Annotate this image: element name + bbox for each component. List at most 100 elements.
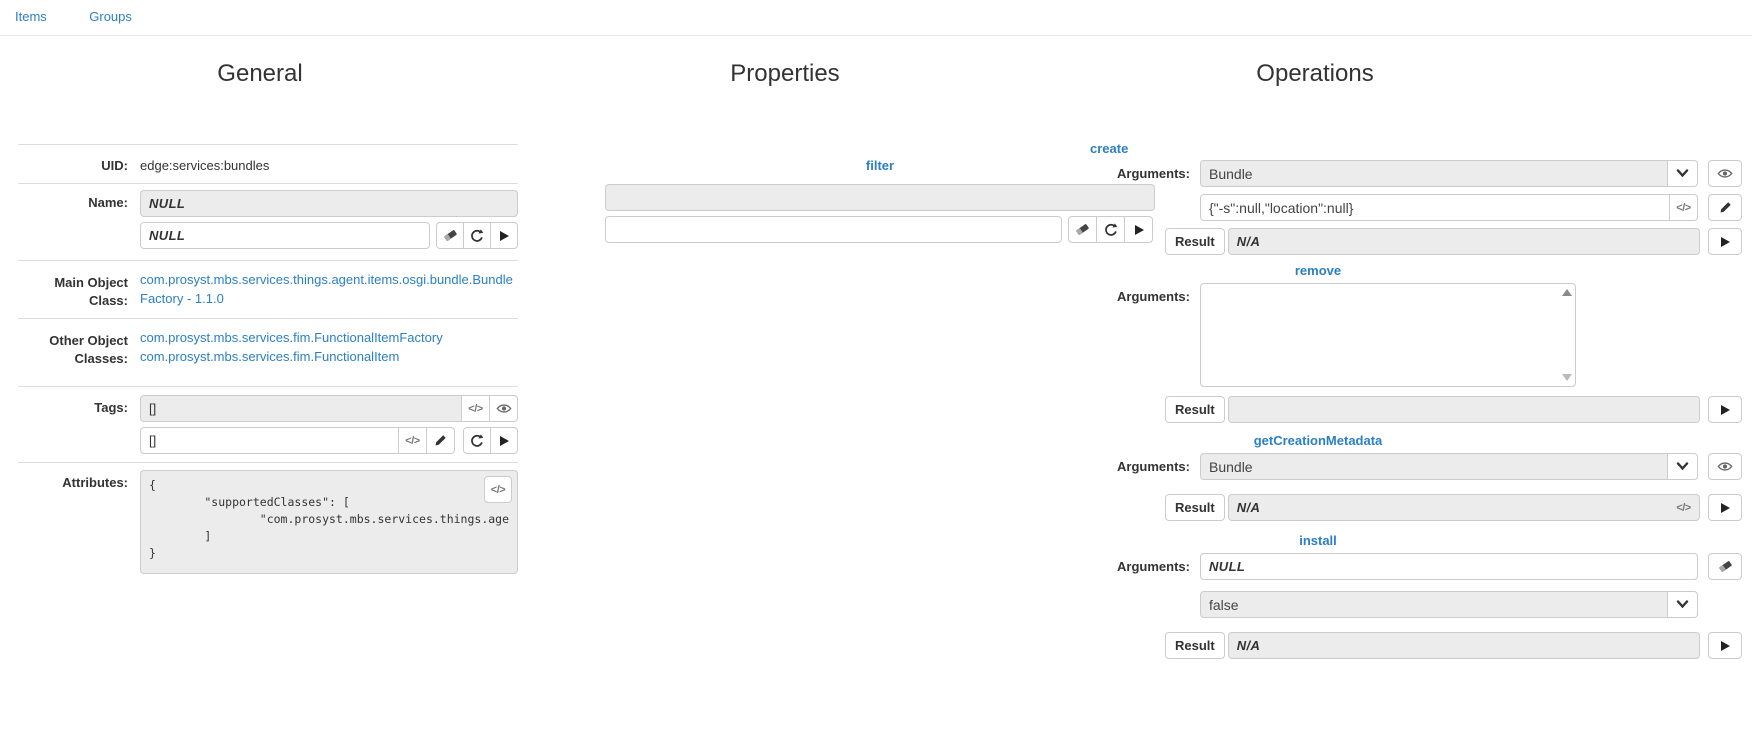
other-object-class-link[interactable]: com.prosyst.mbs.services.fim.FunctionalI…: [140, 347, 518, 366]
install-args-input[interactable]: NULL: [1200, 553, 1698, 580]
uid-row: UID: edge:services:bundles: [18, 144, 518, 183]
tab-groups[interactable]: Groups: [89, 9, 132, 24]
create-arguments-row: Arguments: Bundle: [1090, 160, 1742, 187]
other-object-class-link[interactable]: com.prosyst.mbs.services.fim.FunctionalI…: [140, 328, 518, 347]
tags-edit-code-button[interactable]: </>: [399, 427, 427, 454]
main-object-class-row: Main Object Class: com.prosyst.mbs.servi…: [18, 260, 518, 318]
attributes-code-button[interactable]: </>: [484, 476, 512, 503]
eye-icon: [495, 403, 512, 414]
tags-view-button[interactable]: [490, 395, 518, 422]
operations-section-title: Operations: [1256, 60, 1374, 87]
eye-icon: [1717, 461, 1733, 472]
remove-arguments-row: Arguments:: [1090, 283, 1742, 387]
tags-refresh-button[interactable]: [463, 427, 491, 454]
arguments-label: Arguments:: [1117, 289, 1190, 304]
general-panel: UID: edge:services:bundles Name: NULL NU…: [18, 144, 518, 582]
tab-items[interactable]: Items: [15, 9, 47, 24]
properties-filter-edit-row: [605, 216, 1155, 243]
install-flag-row: false: [1090, 591, 1742, 618]
create-result-row: Result N/A: [1165, 228, 1742, 255]
tags-edit-button[interactable]: [427, 427, 455, 454]
result-label: Result: [1165, 494, 1225, 521]
refresh-icon: [470, 433, 484, 448]
install-flag-select[interactable]: false: [1200, 591, 1668, 618]
getcreationmetadata-result-value: N/A: [1236, 500, 1261, 515]
tags-run-button[interactable]: [490, 427, 518, 454]
code-icon: </>: [468, 402, 483, 415]
top-navigation: Items Groups: [0, 0, 1752, 36]
create-view-button[interactable]: [1708, 160, 1742, 187]
operation-remove-link[interactable]: remove: [1090, 263, 1546, 281]
getcreationmetadata-type-select[interactable]: Bundle: [1200, 453, 1668, 480]
play-icon: [498, 230, 510, 242]
getcreationmetadata-run-button[interactable]: [1707, 494, 1742, 521]
create-args-code-button[interactable]: </>: [1670, 194, 1698, 221]
scroll-down-icon[interactable]: [1561, 374, 1572, 381]
getcreationmetadata-result-row: Result N/A </>: [1165, 494, 1742, 521]
other-object-classes-label: Other Object Classes:: [49, 333, 128, 366]
name-input[interactable]: NULL: [140, 222, 430, 249]
create-args-edit-row: {"-s":null,"location":null} </>: [1090, 194, 1742, 221]
code-icon[interactable]: </>: [1676, 502, 1691, 514]
main-object-class-link[interactable]: com.prosyst.mbs.services.things.agent.it…: [140, 270, 518, 308]
attributes-row: Attributes: { "supportedClasses": [ "com…: [18, 462, 518, 582]
create-type-select[interactable]: Bundle: [1200, 160, 1668, 187]
tags-input[interactable]: []: [140, 427, 399, 454]
play-icon: [1719, 236, 1731, 248]
create-args-edit-button[interactable]: [1708, 194, 1742, 221]
general-section-title: General: [217, 60, 303, 87]
attributes-json: { "supportedClasses": [ "com.prosyst.mbs…: [149, 478, 510, 560]
eraser-icon: [1718, 559, 1733, 574]
properties-filter-input[interactable]: [605, 216, 1062, 243]
operation-install-link[interactable]: install: [1090, 533, 1546, 551]
eye-icon: [1717, 168, 1733, 179]
play-icon: [498, 435, 510, 447]
operations-panel: create Arguments: Bundle {"-s":null,"loc…: [1090, 140, 1742, 659]
install-clear-button[interactable]: [1708, 553, 1742, 580]
properties-filter-row: [605, 184, 1155, 211]
remove-run-button[interactable]: [1707, 396, 1742, 423]
play-icon: [1719, 502, 1731, 514]
install-arguments-row: Arguments: NULL: [1090, 553, 1742, 580]
result-label: Result: [1165, 632, 1225, 659]
name-refresh-button[interactable]: [463, 222, 491, 249]
operation-create-link[interactable]: create: [1090, 141, 1128, 156]
listbox-scrollbar[interactable]: [1558, 284, 1575, 386]
result-label: Result: [1165, 396, 1225, 423]
remove-args-listbox[interactable]: [1200, 283, 1576, 387]
attributes-label: Attributes:: [62, 475, 128, 490]
create-type-dropdown-button[interactable]: [1668, 160, 1698, 187]
tags-code-button[interactable]: </>: [462, 395, 490, 422]
chevron-down-icon: [1676, 462, 1689, 471]
tags-row: Tags: [] </> [] </>: [18, 386, 518, 462]
name-label: Name:: [88, 195, 128, 210]
create-run-button[interactable]: [1707, 228, 1742, 255]
uid-value: edge:services:bundles: [140, 158, 270, 173]
operation-getcreationmetadata-link[interactable]: getCreationMetadata: [1090, 433, 1546, 451]
arguments-label: Arguments:: [1117, 166, 1190, 181]
eraser-icon: [1075, 222, 1090, 237]
create-args-input[interactable]: {"-s":null,"location":null}: [1200, 194, 1670, 221]
install-flag-dropdown-button[interactable]: [1668, 591, 1698, 618]
name-run-button[interactable]: [490, 222, 518, 249]
properties-filter-link[interactable]: filter: [605, 158, 1155, 173]
code-icon: </>: [1676, 201, 1691, 214]
item-details-page: Items Groups General Properties Operatio…: [0, 0, 1752, 740]
chevron-down-icon: [1676, 600, 1689, 609]
attributes-json-box: { "supportedClasses": [ "com.prosyst.mbs…: [140, 470, 518, 574]
name-clear-button[interactable]: [436, 222, 464, 249]
name-row: Name: NULL NULL: [18, 183, 518, 260]
getcreationmetadata-dropdown-button[interactable]: [1668, 453, 1698, 480]
install-run-button[interactable]: [1707, 632, 1742, 659]
tags-current-field: []: [140, 395, 462, 422]
scroll-up-icon[interactable]: [1561, 289, 1572, 296]
remove-result-row: Result: [1165, 396, 1742, 423]
getcreationmetadata-view-button[interactable]: [1708, 453, 1742, 480]
install-result-row: Result N/A: [1165, 632, 1742, 659]
code-icon: </>: [405, 434, 420, 447]
arguments-label: Arguments:: [1117, 459, 1190, 474]
uid-label: UID:: [101, 158, 128, 173]
main-object-class-label: Main Object Class:: [54, 275, 128, 308]
pencil-icon: [1719, 201, 1732, 214]
result-label: Result: [1165, 228, 1225, 255]
